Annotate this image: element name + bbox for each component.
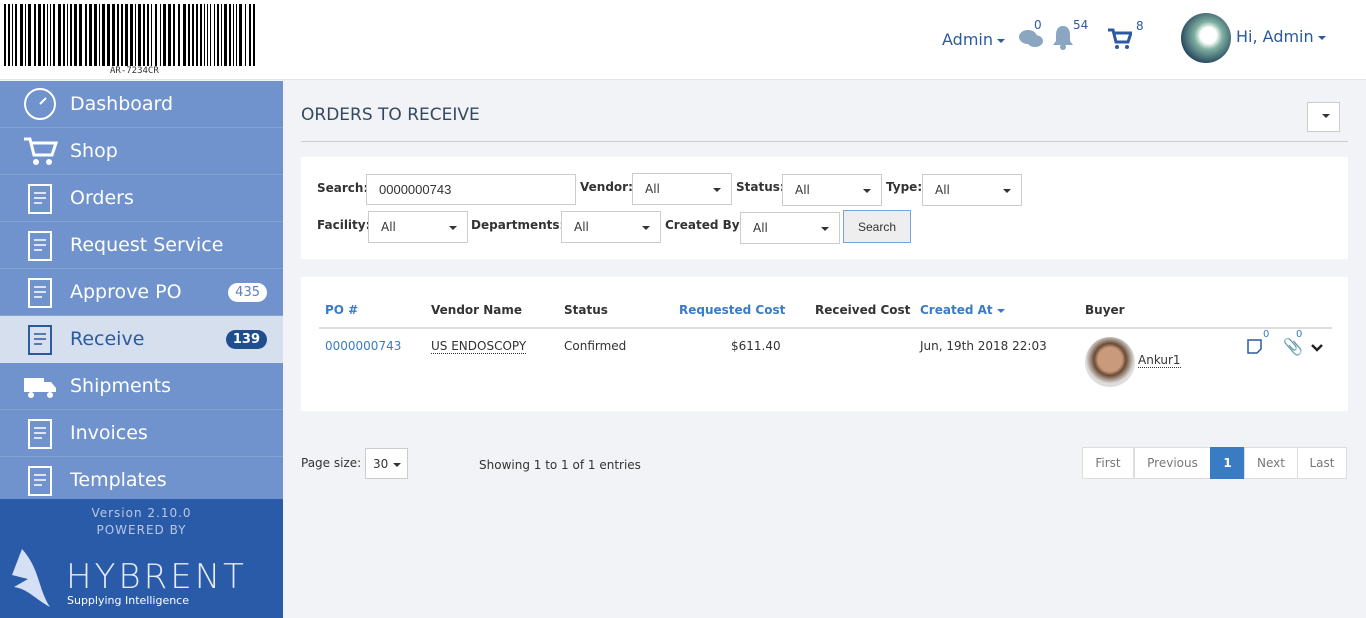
role-label: Admin	[942, 30, 993, 49]
page-options-dropdown[interactable]	[1307, 102, 1340, 132]
page-size-label: Page size:	[301, 456, 362, 470]
header-divider	[319, 327, 1332, 329]
sidebar-badge: 435	[228, 282, 267, 302]
created-by-select[interactable]: All	[740, 212, 840, 244]
pagination-last[interactable]: Last	[1297, 447, 1347, 479]
chevron-down-icon[interactable]	[1311, 344, 1323, 352]
header-status: Status	[564, 303, 608, 317]
notes-count: 0	[1263, 329, 1270, 340]
request-service-icon	[28, 231, 52, 261]
filter-panel: Search: Vendor: All Status: All Type: Al…	[301, 157, 1348, 259]
approve-icon	[28, 278, 52, 308]
facility-label: Facility:	[317, 218, 371, 232]
sidebar-item-receive[interactable]: Receive 139	[0, 316, 283, 363]
status-select[interactable]: All	[782, 174, 882, 206]
notifications-count: 54	[1073, 18, 1089, 32]
sidebar-item-orders[interactable]: Orders	[0, 175, 283, 222]
type-select[interactable]: All	[922, 174, 1022, 206]
user-menu[interactable]: Hi, Admin	[1236, 27, 1326, 46]
sidebar-item-dashboard[interactable]: Dashboard	[0, 81, 283, 128]
pagination-1[interactable]: 1	[1210, 447, 1245, 479]
buyer-avatar	[1085, 337, 1135, 387]
header-requested-cost[interactable]: Requested Cost	[679, 303, 785, 317]
buyer-name[interactable]: Ankur1	[1138, 353, 1181, 368]
status-label: Status:	[736, 180, 785, 194]
template-icon	[28, 466, 52, 496]
requested-cost-cell: $611.40	[731, 339, 781, 353]
sidebar-item-label: Receive	[70, 328, 145, 350]
departments-label: Departments:	[471, 218, 565, 232]
version-text: Version 2.10.0	[91, 506, 192, 520]
sidebar-item-label: Invoices	[70, 422, 148, 444]
header-vendor: Vendor Name	[431, 303, 523, 317]
departments-select[interactable]: All	[561, 211, 661, 243]
messages-count: 0	[1034, 18, 1042, 32]
user-avatar[interactable]	[1181, 13, 1231, 63]
facility-select[interactable]: All	[368, 211, 468, 243]
header-buyer: Buyer	[1085, 303, 1125, 317]
notes-icon[interactable]	[1247, 339, 1263, 355]
created-by-label: Created By:	[665, 218, 745, 232]
powered-by-text: POWERED BY	[96, 523, 187, 537]
vendor-name[interactable]: US ENDOSCOPY	[431, 339, 527, 354]
sidebar-item-label: Dashboard	[70, 93, 174, 115]
sidebar-item-invoices[interactable]: Invoices	[0, 410, 283, 457]
orders-icon	[28, 184, 52, 214]
sidebar-item-shipments[interactable]: Shipments	[0, 363, 283, 410]
po-link[interactable]: 0000000743	[325, 339, 401, 353]
top-bar: AR-7234CR Admin 0 54 8 Hi, Admin	[0, 0, 1366, 80]
hybrent-logo-icon	[12, 549, 50, 607]
sidebar-item-label: Approve PO	[70, 281, 182, 303]
barcode-image	[4, 4, 284, 66]
sidebar-item-approve-po[interactable]: Approve PO 435	[0, 269, 283, 316]
receive-icon	[28, 325, 52, 355]
created-at-cell: Jun, 19th 2018 22:03	[920, 339, 1047, 353]
vendor-label: Vendor:	[580, 180, 633, 194]
page-title: ORDERS TO RECEIVE	[301, 105, 480, 125]
pagination-previous[interactable]: Previous	[1134, 447, 1211, 479]
dashboard-icon	[24, 88, 56, 120]
sidebar-badge: 139	[225, 329, 267, 349]
sidebar-item-label: Shop	[70, 140, 118, 162]
barcode-text: AR-7234CR	[110, 66, 159, 76]
page-size-select[interactable]: 30	[365, 448, 408, 479]
sidebar-item-label: Orders	[70, 187, 134, 209]
truck-icon	[24, 378, 56, 398]
role-dropdown[interactable]: Admin	[942, 30, 1005, 49]
search-input[interactable]	[366, 174, 576, 205]
header-po[interactable]: PO #	[325, 303, 358, 317]
attachments-count: 0	[1296, 329, 1303, 340]
sidebar-item-shop[interactable]: Shop	[0, 128, 283, 175]
bell-icon[interactable]	[1051, 24, 1075, 50]
vendor-select[interactable]: All	[632, 173, 732, 205]
entries-info: Showing 1 to 1 of 1 entries	[479, 458, 641, 472]
search-button[interactable]: Search	[843, 210, 911, 243]
cart-count: 8	[1136, 19, 1144, 33]
sidebar-footer: Version 2.10.0 POWERED BY HYBRENT Supply…	[0, 499, 283, 618]
sidebar: Dashboard Shop Orders Request Service Approv…	[0, 81, 283, 618]
search-label: Search:	[317, 181, 369, 195]
brand-tagline: Supplying Intelligence	[67, 594, 189, 607]
orders-table: PO # Vendor Name Status Requested Cost R…	[301, 277, 1348, 411]
sidebar-item-request-service[interactable]: Request Service	[0, 222, 283, 269]
brand-name: HYBRENT	[66, 557, 247, 597]
sidebar-item-label: Templates	[70, 469, 167, 491]
cart-icon	[24, 137, 58, 165]
status-cell: Confirmed	[564, 339, 627, 353]
divider	[301, 141, 1348, 142]
header-received-cost: Received Cost	[815, 303, 911, 317]
sidebar-item-label: Shipments	[70, 375, 172, 397]
pagination-next[interactable]: Next	[1244, 447, 1298, 479]
header-created-at[interactable]: Created At	[920, 303, 1005, 317]
sidebar-item-templates[interactable]: Templates	[0, 457, 283, 504]
main-content: ORDERS TO RECEIVE Search: Vendor: All St…	[283, 81, 1366, 618]
greeting-label: Hi, Admin	[1236, 27, 1314, 46]
sidebar-item-label: Request Service	[70, 234, 224, 256]
cart-icon[interactable]	[1108, 28, 1132, 50]
type-label: Type:	[886, 180, 923, 194]
invoice-icon	[28, 419, 52, 449]
pagination-first[interactable]: First	[1082, 447, 1134, 479]
